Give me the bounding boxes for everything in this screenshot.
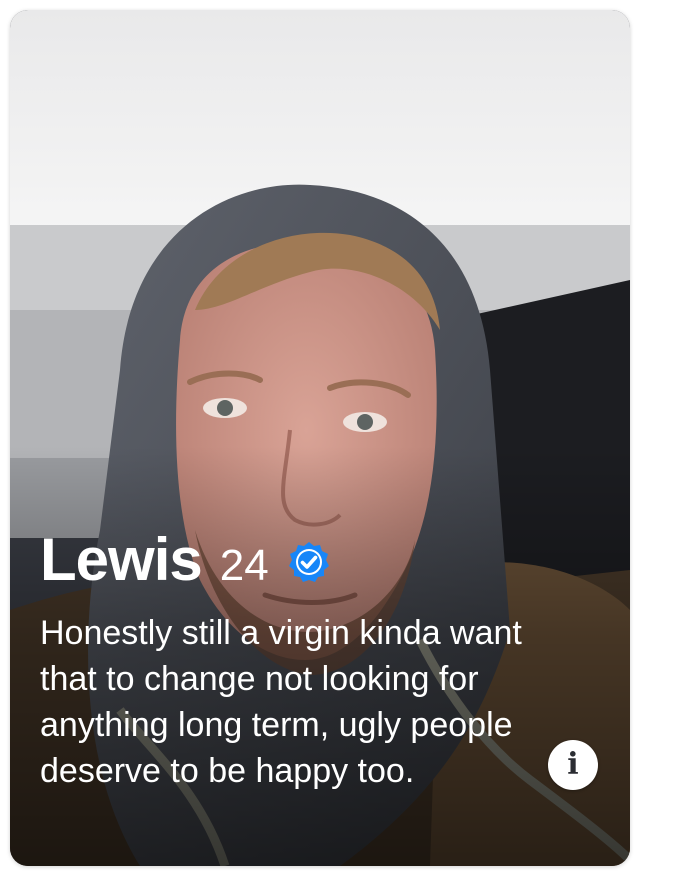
profile-card[interactable]: Lewis 24 Honestly still a virgin kinda w… xyxy=(10,10,630,866)
profile-bio: Honestly still a virgin kinda want that … xyxy=(40,614,522,790)
verified-badge-icon xyxy=(287,540,331,584)
name-row: Lewis 24 xyxy=(40,530,540,590)
info-button[interactable]: i xyxy=(548,740,598,790)
info-icon: i xyxy=(567,747,579,782)
profile-age: 24 xyxy=(219,541,269,590)
profile-info: Lewis 24 Honestly still a virgin kinda w… xyxy=(40,530,540,794)
profile-name: Lewis xyxy=(40,526,203,593)
